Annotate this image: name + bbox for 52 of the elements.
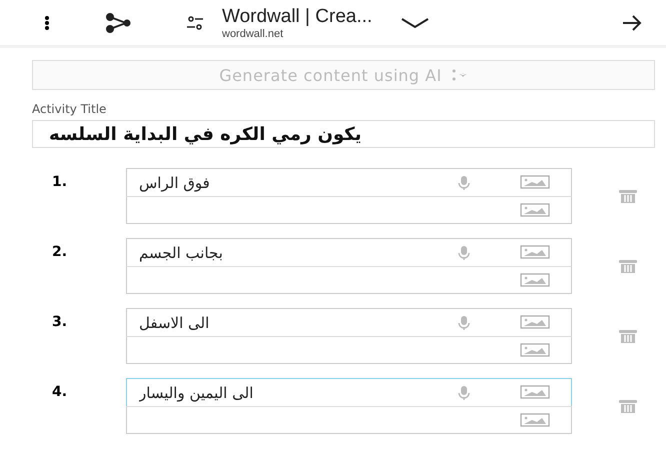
image-icon [520, 315, 550, 329]
item-answer-field[interactable] [126, 196, 572, 224]
trash-icon [618, 188, 638, 204]
image-button[interactable] [520, 385, 550, 399]
image-icon [520, 175, 550, 189]
image-button[interactable] [520, 273, 550, 287]
forward-arrow-icon [622, 14, 642, 30]
item-number: 1. [51, 173, 68, 190]
trash-icon [618, 258, 638, 274]
image-button[interactable] [520, 413, 550, 427]
trash-icon [618, 328, 638, 344]
delete-button[interactable] [618, 258, 638, 274]
microphone-icon [456, 315, 472, 331]
trash-icon [618, 398, 638, 414]
image-button[interactable] [520, 175, 550, 189]
page-url: wordwall.net [222, 28, 284, 40]
image-icon [520, 385, 550, 399]
image-button[interactable] [520, 245, 550, 259]
settings-icon [186, 16, 204, 30]
image-icon [520, 273, 550, 287]
microphone-button[interactable] [456, 385, 472, 401]
item-answer-field[interactable] [126, 266, 572, 294]
item-number: 4. [51, 383, 68, 400]
item-answer-field[interactable] [126, 336, 572, 364]
image-icon [520, 245, 550, 259]
page-title: Wordwall | Crea... [222, 6, 372, 28]
item-text-field[interactable]: بجانب الجسم [126, 238, 572, 267]
image-button[interactable] [520, 315, 550, 329]
microphone-icon [456, 245, 472, 261]
chevron-down-icon [400, 16, 430, 30]
image-icon [520, 413, 550, 427]
item-text-field[interactable]: الى الاسفل [126, 308, 572, 337]
delete-button[interactable] [618, 188, 638, 204]
microphone-button[interactable] [456, 315, 472, 331]
share-icon [106, 12, 132, 32]
menu-icon [44, 14, 50, 30]
item-answer-field[interactable] [126, 406, 572, 434]
field-label: Activity Title [32, 102, 108, 116]
activity-title-field[interactable]: يكون رمي الكره في البداية السلسه [32, 120, 655, 148]
microphone-button[interactable] [456, 175, 472, 191]
delete-button[interactable] [618, 398, 638, 414]
image-button[interactable] [520, 343, 550, 357]
item-text-field[interactable]: فوق الراس [126, 168, 572, 197]
microphone-icon [456, 385, 472, 401]
microphone-button[interactable] [456, 245, 472, 261]
item-number: 3. [51, 313, 68, 330]
microphone-icon [456, 175, 472, 191]
item-number: 2. [51, 243, 68, 260]
image-icon [520, 203, 550, 217]
delete-button[interactable] [618, 328, 638, 344]
image-button[interactable] [520, 203, 550, 217]
image-icon [520, 343, 550, 357]
